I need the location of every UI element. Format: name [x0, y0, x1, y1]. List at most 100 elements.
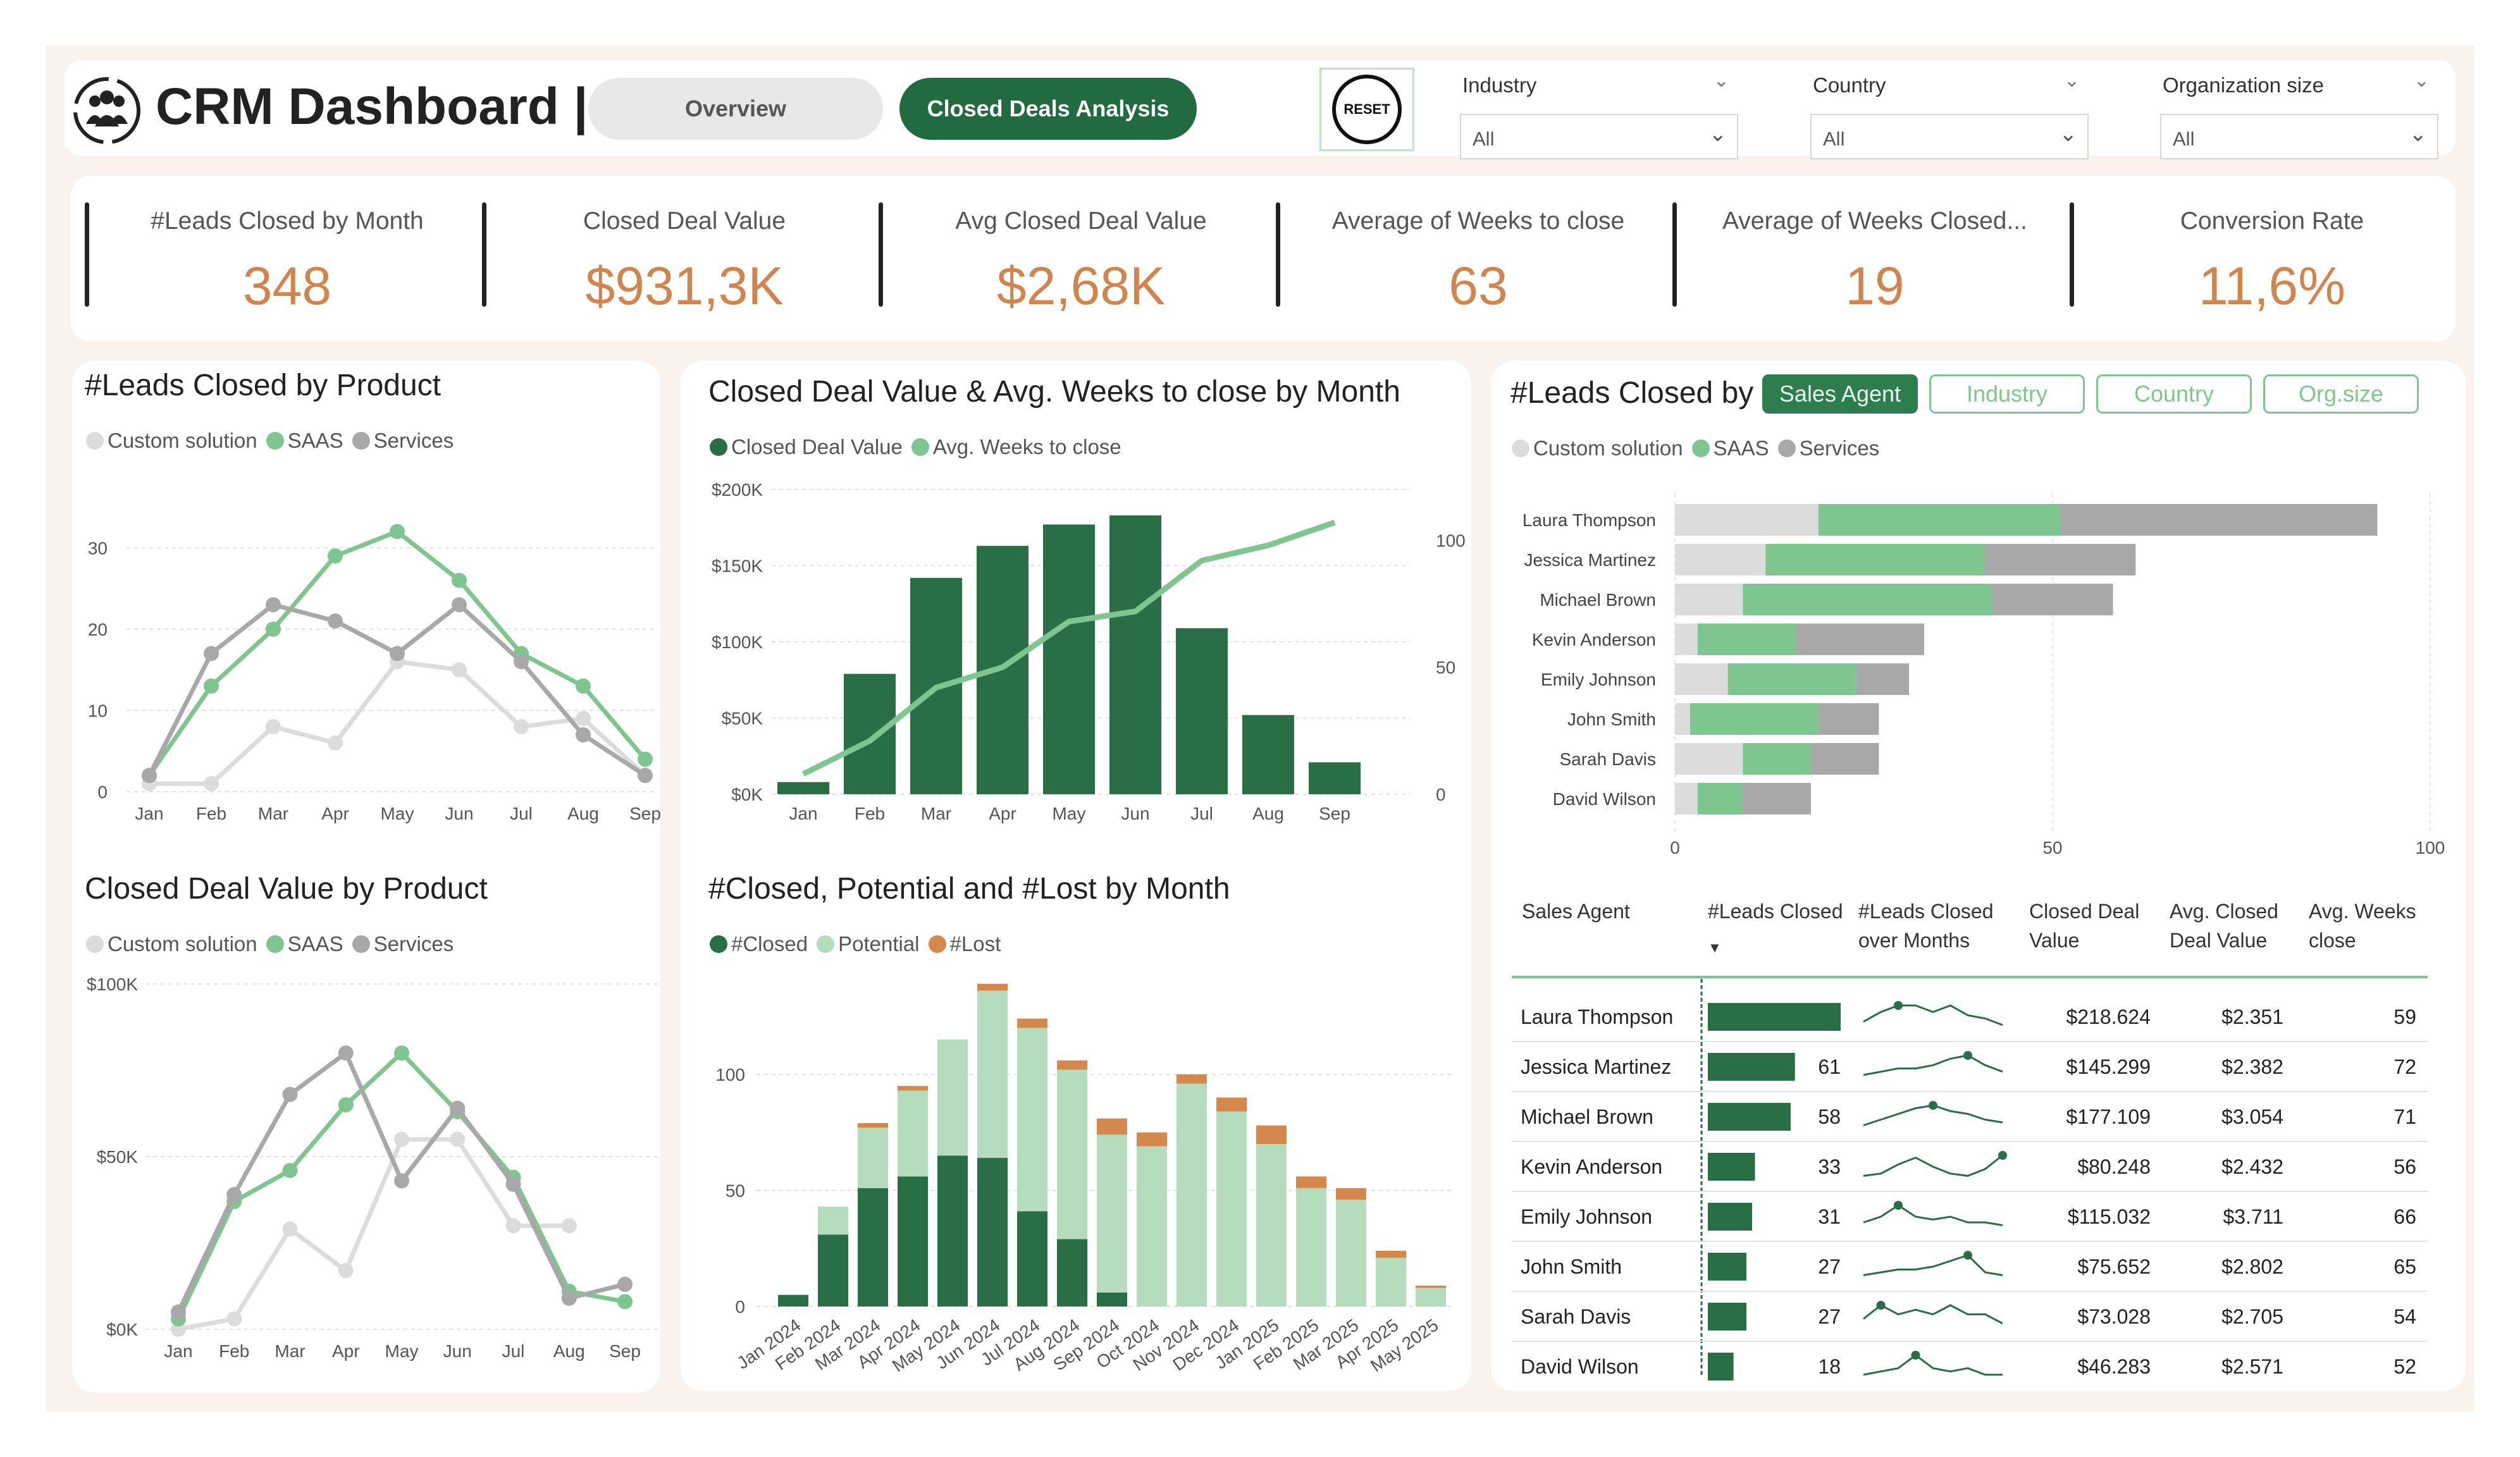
- x-tick-label: Jan: [789, 804, 817, 823]
- stacked-bar-segment: [1216, 1111, 1247, 1306]
- stacked-bar-segment: [898, 1086, 928, 1091]
- stacked-bar-segment: [1017, 1028, 1047, 1212]
- y-tick-label: 100: [715, 1065, 745, 1085]
- data-point: [266, 621, 281, 637]
- y-tick-label: 20: [88, 620, 108, 639]
- sparkline: [1863, 1154, 2003, 1177]
- stacked-bar-segment: [858, 1188, 888, 1306]
- agent-bar-segment: [1697, 624, 1796, 655]
- leads-bar: [1708, 1253, 1746, 1281]
- x-tick-label: Jul: [502, 1341, 525, 1361]
- x-tick-label: Aug: [1252, 804, 1284, 823]
- data-point: [617, 1294, 633, 1310]
- x-tick-label: Mar: [258, 804, 288, 823]
- stacked-bar-segment: [1416, 1285, 1446, 1288]
- bar: [844, 673, 896, 794]
- x-tick-label: Apr: [321, 804, 349, 823]
- stacked-bar-segment: [1097, 1292, 1127, 1306]
- x-tick-label: Feb: [855, 804, 885, 823]
- data-point: [561, 1290, 577, 1306]
- data-point: [638, 751, 653, 767]
- data-point: [505, 1218, 521, 1234]
- stacked-bar-segment: [937, 1039, 968, 1156]
- y-tick-label: $200K: [712, 480, 763, 500]
- x-tick-label: Mar: [275, 1341, 305, 1361]
- data-point: [576, 711, 591, 727]
- data-point: [452, 597, 467, 613]
- y2-tick-label: 100: [1436, 531, 1466, 550]
- data-point: [204, 776, 219, 792]
- data-point: [394, 1045, 409, 1061]
- leads-bar: [1708, 1203, 1752, 1231]
- x-tick-label: 0: [1670, 838, 1680, 858]
- data-point: [390, 524, 405, 539]
- agent-bar-segment: [1675, 504, 1819, 536]
- x-tick-label: Jun: [1121, 804, 1149, 823]
- data-point: [394, 1131, 409, 1147]
- stacked-bar-segment: [858, 1128, 888, 1188]
- sparkline-peak: [1911, 1351, 1920, 1360]
- data-point: [266, 719, 281, 735]
- sparkline: [1863, 1054, 2003, 1076]
- agent-bar-segment: [1697, 783, 1743, 815]
- x-tick-label: Jun: [445, 804, 473, 823]
- agent-label: Michael Brown: [1540, 590, 1656, 610]
- stacked-bar-segment: [818, 1234, 848, 1306]
- data-point: [576, 727, 591, 742]
- y-tick-label: $100K: [87, 974, 138, 994]
- bar: [1043, 524, 1095, 794]
- data-point: [452, 662, 467, 678]
- agent-bar-segment: [1992, 584, 2113, 615]
- data-point: [514, 654, 529, 670]
- y-tick-label: $0K: [106, 1320, 138, 1339]
- stacked-bar-segment: [1097, 1134, 1127, 1293]
- x-tick-label: Sep: [1319, 804, 1350, 823]
- stacked-bar-segment: [1376, 1250, 1406, 1258]
- agent-bar-segment: [1856, 663, 1910, 695]
- agent-label: Jessica Martinez: [1524, 550, 1656, 570]
- stacked-bar-segment: [1256, 1144, 1287, 1306]
- x-tick-label: Apr: [332, 1341, 360, 1361]
- stacked-bar-segment: [1376, 1257, 1406, 1306]
- stacked-bar-segment: [1336, 1188, 1366, 1200]
- agent-bar-segment: [1727, 663, 1856, 695]
- stacked-bar-segment: [1416, 1288, 1446, 1306]
- sparkline-peak: [1998, 1151, 2007, 1160]
- x-tick-label: May: [1053, 804, 1086, 823]
- sparkline: [1863, 1004, 2003, 1026]
- agent-label: John Smith: [1567, 710, 1656, 729]
- bar: [1176, 628, 1228, 794]
- x-tick-label: Jul: [510, 804, 533, 823]
- bar: [1309, 762, 1361, 794]
- agent-bar-segment: [1675, 703, 1690, 735]
- y-tick-label: $50K: [97, 1147, 139, 1167]
- sparkline: [1863, 1254, 2003, 1276]
- x-tick-label: Jan: [164, 1341, 192, 1361]
- stacked-bar-segment: [1137, 1132, 1167, 1147]
- agent-bar-segment: [1743, 743, 1811, 775]
- agent-label: David Wilson: [1553, 789, 1656, 809]
- leads-bar: [1708, 1353, 1734, 1380]
- sparkline: [1863, 1204, 2003, 1226]
- data-point: [226, 1187, 242, 1203]
- data-point: [266, 597, 281, 613]
- data-point: [328, 735, 343, 751]
- data-point: [338, 1045, 354, 1061]
- data-point: [282, 1221, 298, 1237]
- x-tick-label: Jul: [1190, 804, 1213, 823]
- x-tick-label: Jan: [135, 804, 163, 823]
- agent-bar-segment: [1675, 584, 1743, 615]
- series-line: [147, 601, 646, 778]
- agent-bar-segment: [1818, 504, 2060, 536]
- x-tick-label: Feb: [219, 1341, 249, 1361]
- data-point: [450, 1100, 466, 1116]
- stacked-bar-segment: [977, 1158, 1008, 1306]
- charts-layer: 0 10 20 30 Jan Feb Mar Apr May Jun Jul Aug Sep $0K $50…: [87, 480, 2445, 1380]
- x-tick-label: Mar: [921, 804, 951, 823]
- stacked-bar-segment: [1296, 1188, 1326, 1306]
- y2-tick-label: 0: [1436, 785, 1446, 804]
- y-tick-label: $150K: [712, 556, 763, 576]
- y-tick-label: 0: [97, 782, 108, 802]
- agent-label: Emily Johnson: [1541, 670, 1656, 689]
- agent-bar-segment: [1675, 544, 1766, 575]
